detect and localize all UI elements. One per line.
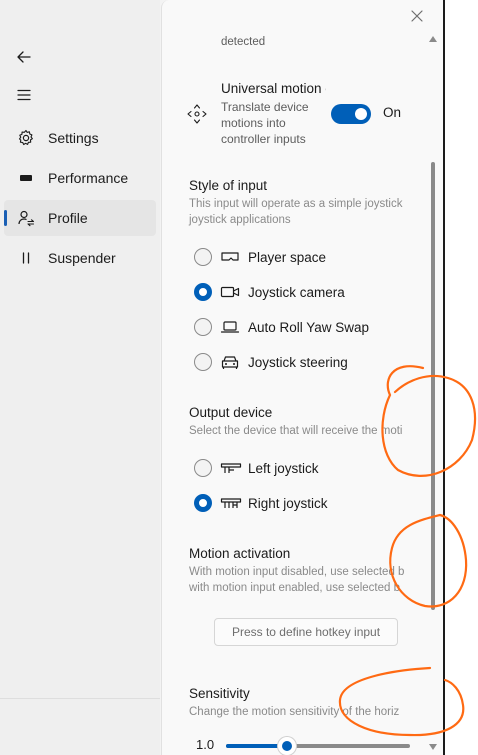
nav-item-label: Suspender [48,250,116,266]
nav-item-label: Settings [48,130,99,146]
close-button[interactable] [409,8,425,24]
radio-label: Joystick camera [248,284,345,300]
profile-settings-panel: detected Universal motion c Translate de… [161,0,444,755]
hotkey-input-button[interactable]: Press to define hotkey input [214,618,398,646]
output-device-description: Select the device that will receive the … [189,425,403,437]
sensitivity-slider[interactable] [226,737,410,755]
style-of-input-description-line2: joystick applications [189,214,291,226]
panel-scrollbar[interactable] [428,28,438,755]
back-button[interactable] [10,43,38,71]
gear-icon [16,129,36,147]
scroll-up-icon[interactable] [429,36,437,42]
nav-item-suspender[interactable]: Suspender [4,240,156,276]
output-device-title: Output device [189,405,273,420]
radio-right-joystick[interactable]: Right joystick [194,491,328,515]
radio-button[interactable] [194,248,212,266]
laptop-icon [220,320,244,334]
person-swap-icon [16,209,36,227]
radio-button[interactable] [194,353,212,371]
radio-label: Player space [248,249,327,265]
slider-thumb[interactable] [277,737,296,755]
style-of-input-description-line1: This input will operate as a simple joys… [189,198,403,210]
back-arrow-icon [17,51,31,63]
camera-icon [220,285,244,299]
radio-button-checked[interactable] [194,494,212,512]
radio-auto-roll-yaw-swap[interactable]: Auto Roll Yaw Swap [194,315,369,339]
motion-icon [186,103,208,130]
radio-player-space[interactable]: Player space [194,245,326,269]
radio-joystick-steering[interactable]: Joystick steering [194,350,348,374]
motion-toggle[interactable] [331,104,371,124]
motion-title: Universal motion c [221,81,326,96]
nav-item-performance[interactable]: Performance [4,160,156,196]
motion-activation-description-line1: With motion input disabled, use selected… [189,566,405,578]
sensitivity-value: 1.0 [196,737,215,752]
radio-button[interactable] [194,318,212,336]
clipped-description: detected [221,36,266,48]
radio-joystick-camera[interactable]: Joystick camera [194,280,345,304]
close-icon [411,10,423,22]
window-edge-line [443,0,445,755]
joystick-left-icon [220,461,244,475]
toggle-knob [355,108,367,120]
sensitivity-title: Sensitivity [189,686,250,701]
radio-label: Left joystick [248,460,319,476]
motion-activation-title: Motion activation [189,546,291,561]
motion-activation-description-line2: with motion input enabled, use selected … [189,582,400,594]
radio-label: Auto Roll Yaw Swap [248,319,370,335]
style-of-input-title: Style of input [189,178,268,193]
radio-label: Right joystick [248,495,328,511]
hamburger-icon [17,89,31,101]
pause-icon [16,249,36,267]
motion-description: Translate device motions into controller… [221,100,309,146]
performance-icon [16,169,36,187]
nav-divider [0,698,160,699]
radio-label: Joystick steering [248,354,348,370]
toggle-state-label: On [383,105,402,120]
window-edge [443,0,478,755]
car-icon [220,354,244,370]
radio-left-joystick[interactable]: Left joystick [194,456,319,480]
radio-button[interactable] [194,459,212,477]
vr-headset-icon [220,250,244,264]
navigation-pane: Settings Performance Profile Suspender [0,0,160,755]
scroll-thumb[interactable] [431,162,435,610]
nav-item-settings[interactable]: Settings [4,120,156,156]
joystick-right-icon [220,496,244,510]
sensitivity-description: Change the motion sensitivity of the hor… [189,706,400,718]
nav-item-profile[interactable]: Profile [4,200,156,236]
scroll-down-icon[interactable] [429,744,437,750]
selection-indicator [4,210,7,226]
menu-button[interactable] [10,81,38,109]
nav-item-label: Performance [48,170,129,186]
nav-item-label: Profile [48,210,88,226]
radio-button-checked[interactable] [194,283,212,301]
